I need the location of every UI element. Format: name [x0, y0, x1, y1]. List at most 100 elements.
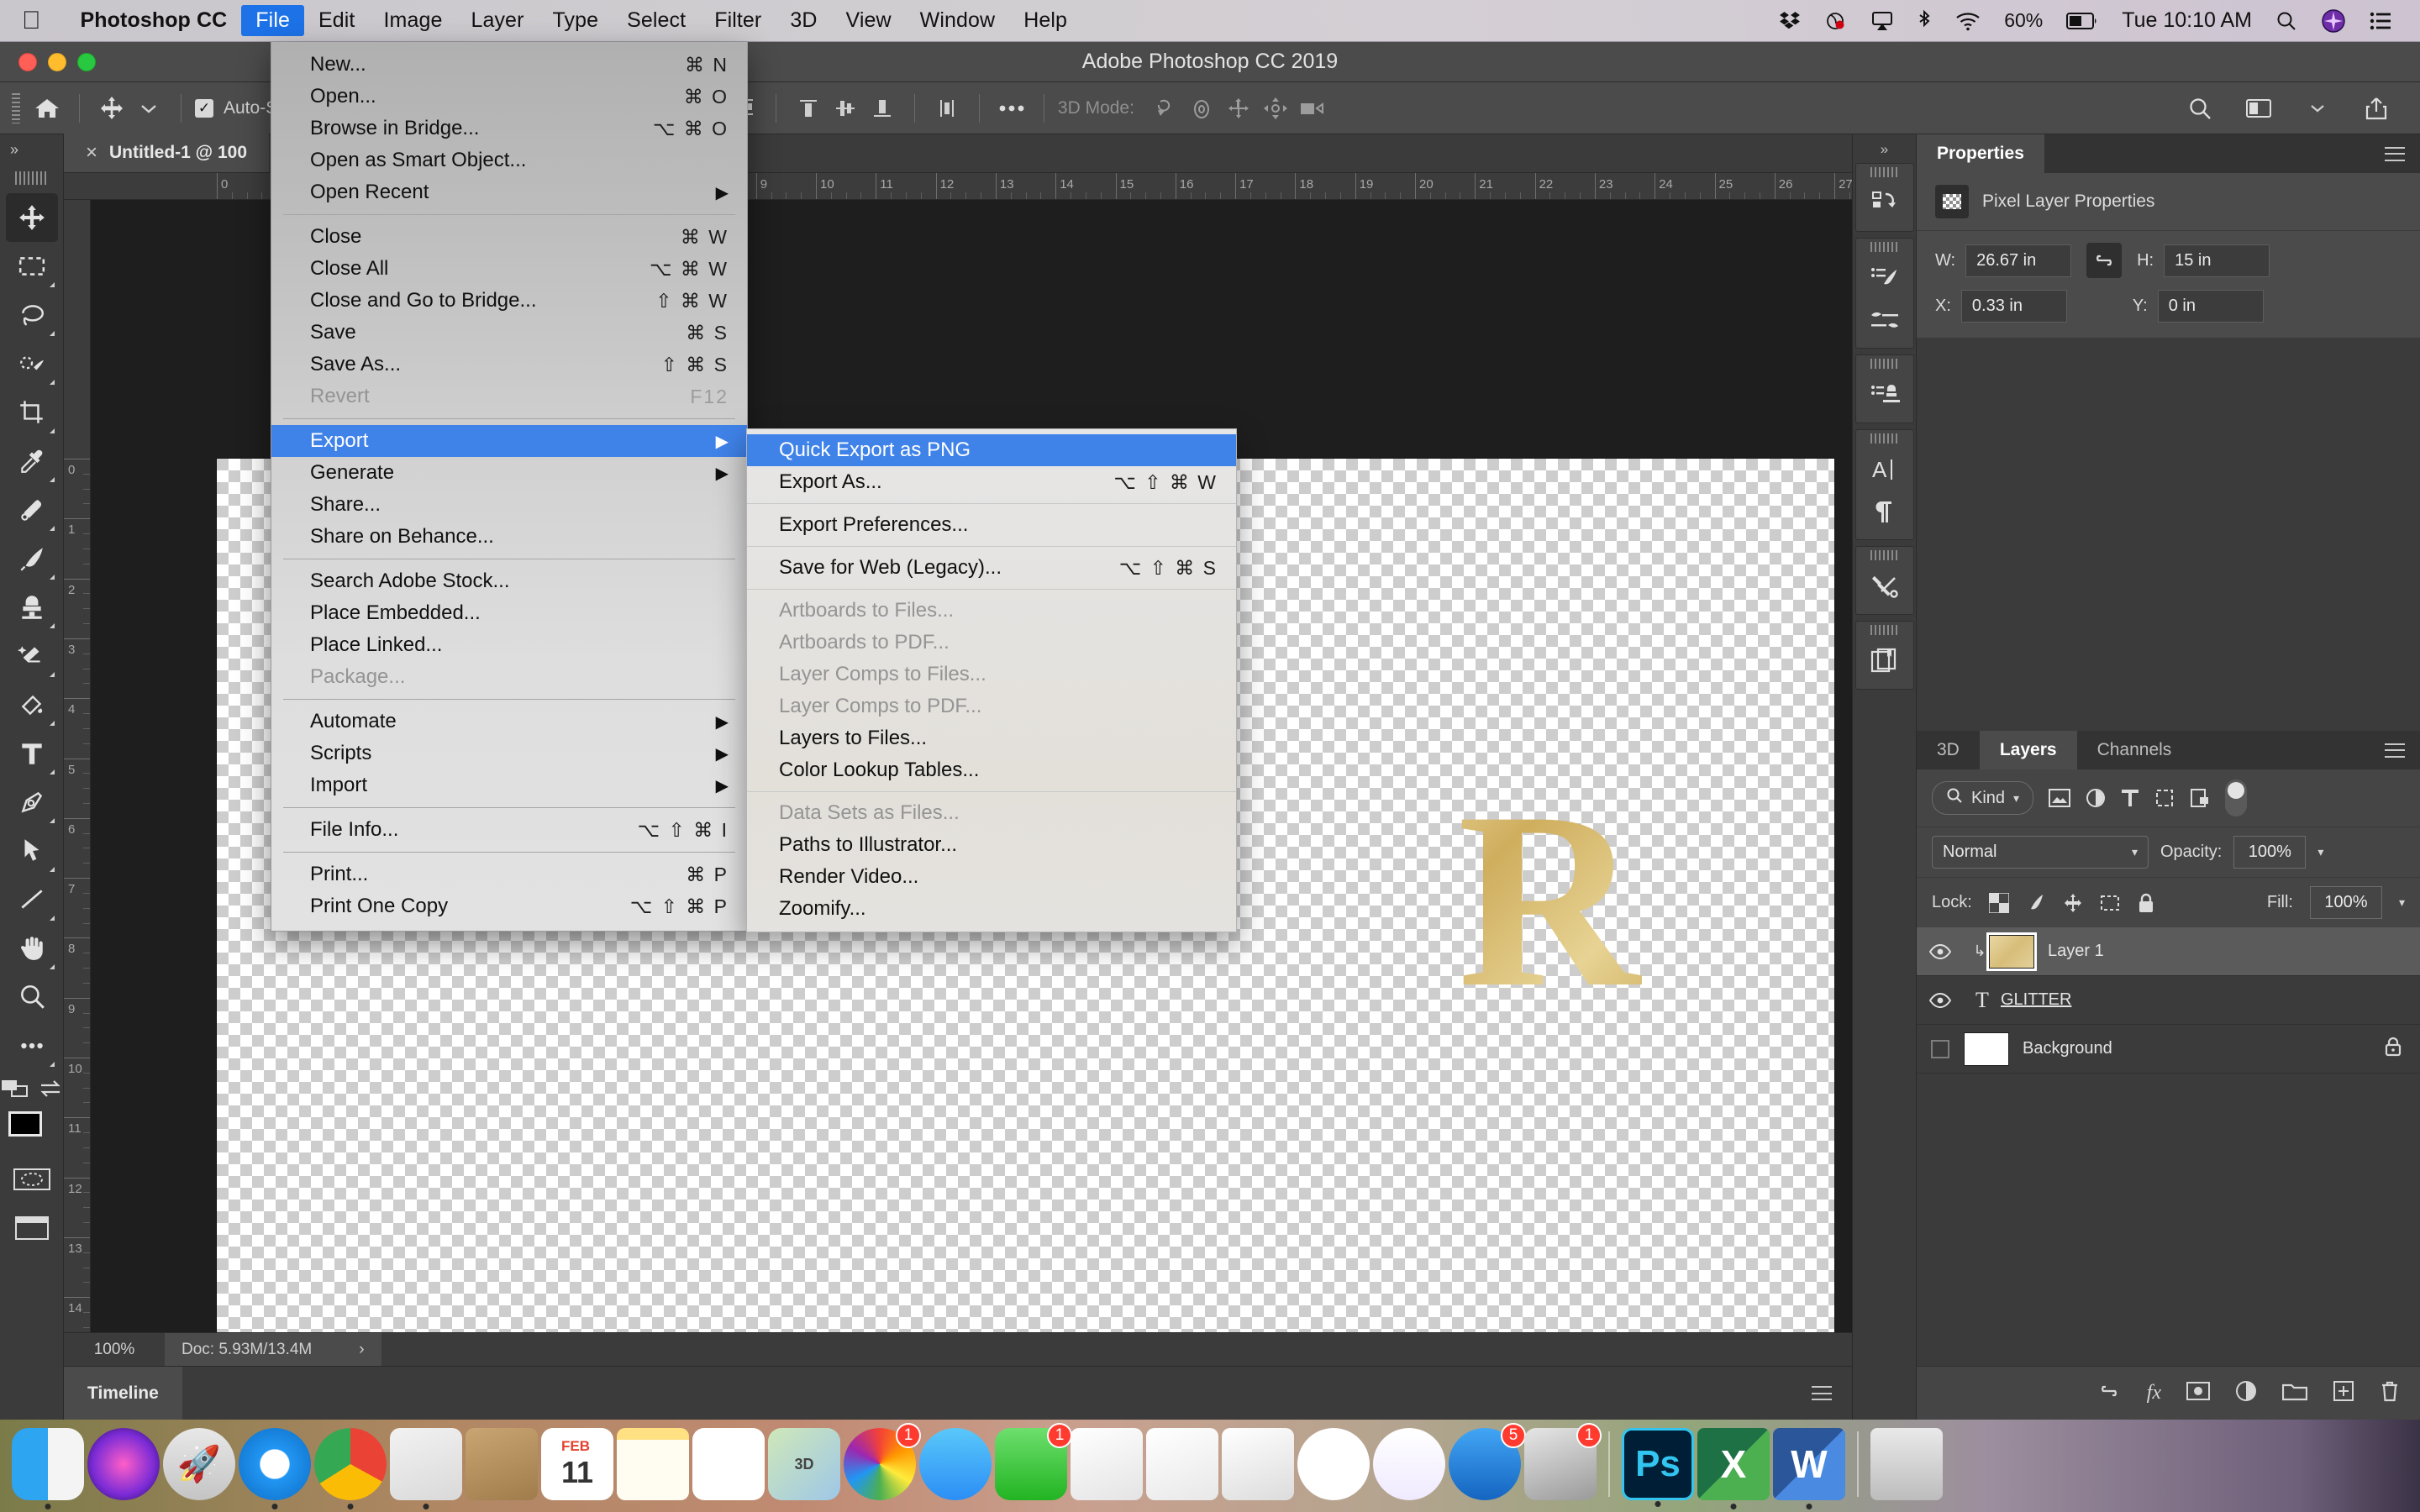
rail-grip[interactable]	[1870, 550, 1899, 560]
clone-stamp-tool[interactable]	[6, 583, 58, 632]
lock-artboard-icon[interactable]	[2100, 893, 2120, 913]
lasso-tool[interactable]	[6, 291, 58, 339]
swap-colors-icon[interactable]	[38, 1079, 63, 1103]
link-icon[interactable]	[2086, 243, 2123, 278]
vertical-ruler[interactable]: 012345678910111213141516	[64, 173, 91, 1332]
rotate-3d-icon[interactable]	[1146, 90, 1183, 127]
menubar-item-edit[interactable]: Edit	[304, 5, 369, 36]
menu-item-save-as[interactable]: Save As... ⇧ ⌘ S	[271, 349, 747, 381]
menu-extra-icon[interactable]	[1824, 10, 1848, 32]
siri-icon[interactable]	[2321, 8, 2346, 34]
eraser-tool[interactable]	[6, 632, 58, 680]
type-tool[interactable]	[6, 729, 58, 778]
dock-item-keynote[interactable]	[1222, 1428, 1294, 1500]
spot-healing-brush-tool[interactable]	[6, 486, 58, 534]
tool-preset-chevron-down-icon[interactable]	[130, 90, 167, 127]
menu-item-export-preferences[interactable]: Export Preferences...	[747, 509, 1236, 541]
layer-row[interactable]: Background	[1917, 1025, 2420, 1074]
menubar-clock[interactable]: Tue 10:10 AM	[2122, 8, 2252, 33]
pen-tool[interactable]	[6, 778, 58, 827]
move-tool[interactable]	[5, 193, 58, 242]
path-selection-tool[interactable]	[6, 827, 58, 875]
filter-smart-object-icon[interactable]	[2190, 788, 2210, 808]
rail-grip[interactable]	[1870, 625, 1899, 635]
default-colors-icon[interactable]	[1, 1079, 29, 1102]
dock-item-app-store[interactable]: 5	[1449, 1423, 1526, 1500]
menubar-app-name[interactable]: Photoshop CC	[66, 5, 242, 36]
export-submenu-dropdown[interactable]: Quick Export as PNG Export As... ⌥ ⇧ ⌘ W Ex…	[746, 428, 1237, 932]
edit-toolbar[interactable]	[6, 1021, 58, 1070]
rail-grip[interactable]	[1870, 359, 1899, 369]
dock-item-maps[interactable]: 3D	[768, 1428, 840, 1500]
dock-item-calendar[interactable]: FEB 11	[541, 1428, 613, 1500]
roll-3d-icon[interactable]	[1183, 90, 1220, 127]
lock-position-icon[interactable]	[2063, 893, 2083, 913]
layer-visibility-icon[interactable]	[1917, 1039, 1964, 1058]
menu-item-close-all[interactable]: Close All ⌥ ⌘ W	[271, 253, 747, 285]
file-menu-dropdown[interactable]: New... ⌘ N Open... ⌘ O Browse in Bridge... ⌥ …	[271, 42, 748, 932]
menu-item-open[interactable]: Open... ⌘ O	[271, 81, 747, 113]
menubar-item-type[interactable]: Type	[539, 5, 613, 36]
menu-item-export-as[interactable]: Export As... ⌥ ⇧ ⌘ W	[747, 466, 1236, 498]
filter-adjustment-icon[interactable]	[2086, 788, 2106, 808]
layer-name[interactable]: Background	[2023, 1039, 2385, 1058]
zoom-level[interactable]: 100%	[64, 1341, 165, 1359]
filter-pixel-icon[interactable]	[2049, 789, 2071, 807]
screen-mode-icon[interactable]	[6, 1204, 58, 1252]
toolbox-grip[interactable]	[14, 171, 49, 185]
camera-3d-icon[interactable]	[1294, 90, 1331, 127]
menu-item-search-adobe-stock[interactable]: Search Adobe Stock...	[271, 565, 747, 597]
adjustment-layer-icon[interactable]	[2235, 1380, 2257, 1406]
dock-item-word[interactable]: W	[1773, 1428, 1845, 1509]
layer-visibility-icon[interactable]	[1917, 992, 1964, 1008]
workspace-chevron-down-icon[interactable]	[2299, 90, 2336, 127]
bluetooth-icon[interactable]	[1917, 9, 1932, 33]
dock-item-system-preferences[interactable]: 1	[1524, 1423, 1602, 1500]
line-tool[interactable]	[6, 875, 58, 924]
menu-item-new[interactable]: New... ⌘ N	[271, 49, 747, 81]
dock-item-contacts[interactable]	[466, 1428, 538, 1500]
filter-shape-icon[interactable]	[2154, 788, 2175, 808]
hand-tool[interactable]	[6, 924, 58, 973]
lock-transparency-icon[interactable]	[1988, 892, 2009, 913]
dock-item-siri[interactable]	[87, 1428, 160, 1500]
dock-item-finder[interactable]	[12, 1428, 84, 1509]
menu-item-quick-export-as-png[interactable]: Quick Export as PNG	[747, 434, 1236, 466]
spotlight-search-icon[interactable]	[2275, 10, 2297, 32]
clone-source-icon[interactable]	[1860, 374, 1909, 416]
align-bottom-icon[interactable]	[864, 90, 901, 127]
menubar-item-image[interactable]: Image	[369, 5, 456, 36]
dock-item-chrome[interactable]	[314, 1428, 387, 1509]
tab-layers[interactable]: Layers	[1979, 731, 2077, 769]
dock-item-photoshop[interactable]: Ps	[1622, 1428, 1694, 1507]
notification-center-icon[interactable]	[2370, 12, 2391, 30]
lock-image-icon[interactable]	[2026, 893, 2046, 913]
menu-item-close-and-go-to-bridge[interactable]: Close and Go to Bridge... ⇧ ⌘ W	[271, 285, 747, 317]
menu-item-place-linked[interactable]: Place Linked...	[271, 629, 747, 661]
menu-item-generate[interactable]: Generate ▶	[271, 457, 747, 489]
layer-thumbnail[interactable]	[1964, 1032, 2009, 1066]
dropbox-icon[interactable]	[1779, 10, 1801, 32]
tab-timeline[interactable]: Timeline	[64, 1366, 182, 1420]
new-layer-icon[interactable]	[2333, 1380, 2354, 1406]
apple-logo-icon[interactable]: 	[22, 8, 41, 34]
distribute-icon[interactable]	[929, 90, 965, 127]
layer-mask-icon[interactable]	[2186, 1382, 2210, 1404]
battery-icon[interactable]	[2066, 12, 2098, 30]
tab-properties[interactable]: Properties	[1917, 134, 2044, 173]
workspace-icon[interactable]	[2240, 90, 2277, 127]
eyedropper-tool[interactable]	[6, 437, 58, 486]
menu-item-save-for-web-legacy[interactable]: Save for Web (Legacy)... ⌥ ⇧ ⌘ S	[747, 552, 1236, 584]
dock-item-reminders[interactable]	[692, 1428, 765, 1500]
menu-item-import[interactable]: Import ▶	[271, 769, 747, 801]
menu-item-open-recent[interactable]: Open Recent ▶	[271, 176, 747, 208]
panel-menu-icon[interactable]	[2385, 134, 2420, 173]
quick-mask-icon[interactable]	[6, 1155, 58, 1204]
layer-row[interactable]: T GLITTER	[1917, 976, 2420, 1025]
ellipsis-icon[interactable]	[993, 90, 1030, 127]
align-top-icon[interactable]	[790, 90, 827, 127]
dock-item-launchpad[interactable]: 🚀	[163, 1428, 235, 1500]
move-tool-icon[interactable]	[93, 90, 130, 127]
gradient-tool[interactable]	[6, 680, 58, 729]
dock-item-facetime[interactable]: 1	[995, 1423, 1072, 1500]
